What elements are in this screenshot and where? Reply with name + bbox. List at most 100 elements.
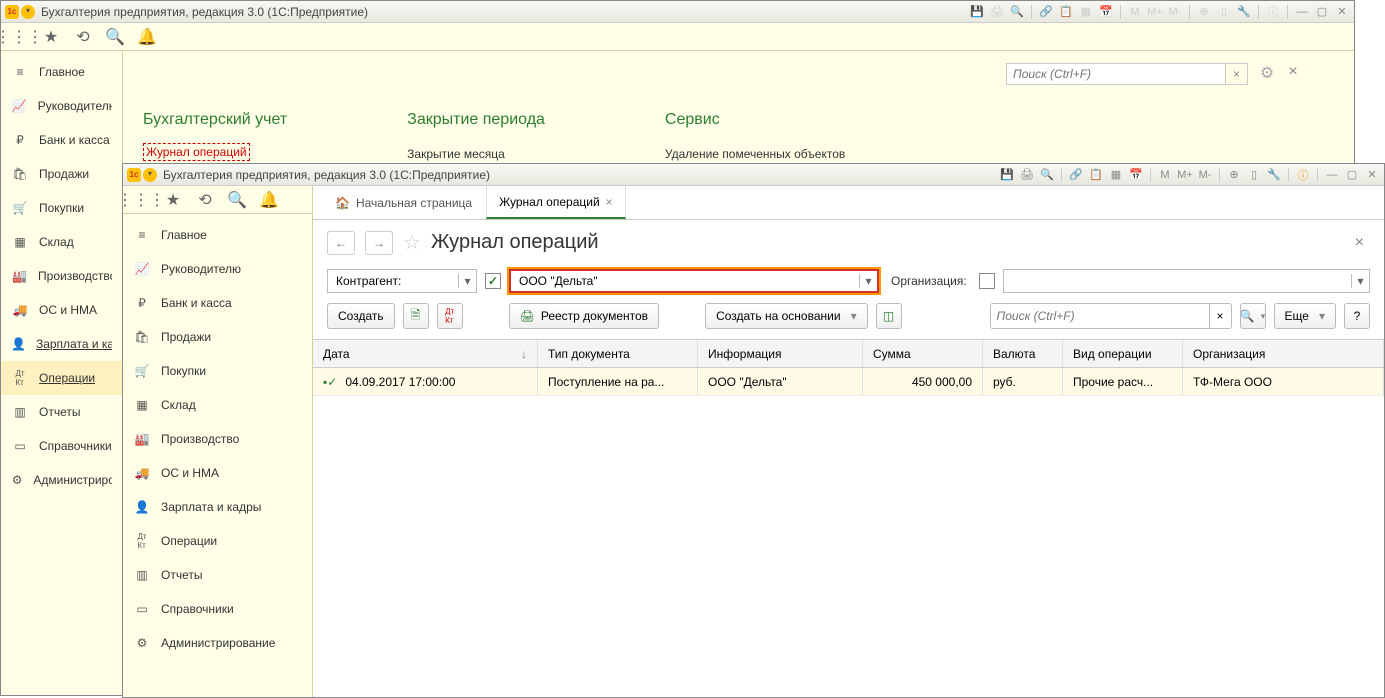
sidebar-item-assets[interactable]: 🚚ОС и НМА: [123, 456, 312, 490]
col-info[interactable]: Информация: [698, 340, 863, 367]
sidebar-item-bank[interactable]: ₽Банк и касса: [1, 123, 122, 157]
sidebar-item-purchases[interactable]: 🛒Покупки: [1, 191, 122, 225]
more-button[interactable]: Еще▾: [1274, 303, 1336, 329]
app-menu-dropdown-icon[interactable]: ▾: [21, 5, 35, 19]
sidebar-item-salary[interactable]: 👤Зарплата и кадры: [123, 490, 312, 524]
sidebar-item-admin[interactable]: ⚙Администрирование: [123, 626, 312, 660]
filter-field-select[interactable]: Контрагент: ▾: [327, 269, 477, 293]
favorite-star-icon[interactable]: ☆: [403, 230, 421, 255]
sidebar-item-operations[interactable]: ДтКтОперации: [123, 524, 312, 558]
filter-value-input[interactable]: ООО "Дельта" ▾: [509, 269, 879, 293]
panel-icon[interactable]: ▯: [1246, 167, 1262, 183]
link-delete-marked[interactable]: Удаление помеченных объектов: [665, 143, 845, 165]
save-icon[interactable]: 💾: [999, 167, 1015, 183]
col-doctype[interactable]: Тип документа: [538, 340, 698, 367]
info-icon[interactable]: ⓘ: [1295, 167, 1311, 183]
zoom-in-icon[interactable]: ⊕: [1196, 4, 1212, 20]
sidebar-item-salary[interactable]: 👤Зарплата и кадры: [1, 327, 122, 361]
calc-icon[interactable]: ▦: [1078, 4, 1094, 20]
sidebar-item-production[interactable]: 🏭Производство: [123, 422, 312, 456]
history-icon[interactable]: ⟲: [195, 190, 215, 210]
m-plus-icon[interactable]: M+: [1177, 167, 1193, 183]
zoom-in-icon[interactable]: ⊕: [1226, 167, 1242, 183]
filter-enabled-checkbox[interactable]: ✓: [485, 273, 501, 289]
search-icon[interactable]: 🔍: [227, 190, 247, 210]
info-icon[interactable]: ⓘ: [1265, 4, 1281, 20]
org-enabled-checkbox[interactable]: ✓: [979, 273, 995, 289]
sidebar-item-admin[interactable]: ⚙Администрирование: [1, 463, 122, 497]
search-input[interactable]: [1006, 63, 1226, 85]
sidebar-item-production[interactable]: 🏭Производство: [1, 259, 122, 293]
app-menu-dropdown-icon[interactable]: ▾: [143, 168, 157, 182]
link-icon[interactable]: 🔗: [1068, 167, 1084, 183]
col-org[interactable]: Организация: [1183, 340, 1384, 367]
print-icon[interactable]: 🖨: [1019, 167, 1035, 183]
tab-home[interactable]: 🏠 Начальная страница: [321, 186, 486, 219]
help-button[interactable]: ?: [1344, 303, 1370, 329]
apps-icon[interactable]: ⋮⋮⋮: [9, 27, 29, 47]
maximize-icon[interactable]: ▢: [1314, 4, 1330, 20]
close-page-icon[interactable]: ×: [1355, 234, 1364, 252]
calc-icon[interactable]: ▦: [1108, 167, 1124, 183]
m-icon[interactable]: M: [1127, 4, 1143, 20]
tab-close-icon[interactable]: ×: [606, 195, 613, 209]
sidebar-item-manager[interactable]: 📈Руководителю: [123, 252, 312, 286]
tools-icon[interactable]: 🔧: [1236, 4, 1252, 20]
bell-icon[interactable]: 🔔: [259, 190, 279, 210]
col-currency[interactable]: Валюта: [983, 340, 1063, 367]
apps-icon[interactable]: ⋮⋮⋮: [131, 190, 151, 210]
sidebar-item-catalogs[interactable]: ▭Справочники: [1, 429, 122, 463]
minimize-icon[interactable]: —: [1294, 4, 1310, 20]
grid-search-input[interactable]: [990, 303, 1210, 329]
clipboard-icon[interactable]: 📋: [1088, 167, 1104, 183]
clipboard-icon[interactable]: 📋: [1058, 4, 1074, 20]
sidebar-item-reports[interactable]: ▥Отчеты: [1, 395, 122, 429]
close-panel-icon[interactable]: ×: [1282, 63, 1304, 85]
m-plus-icon[interactable]: M+: [1147, 4, 1163, 20]
m-minus-icon[interactable]: M-: [1197, 167, 1213, 183]
print-icon[interactable]: 🖨: [989, 4, 1005, 20]
col-optype[interactable]: Вид операции: [1063, 340, 1183, 367]
favorite-icon[interactable]: ★: [41, 27, 61, 47]
link-icon[interactable]: 🔗: [1038, 4, 1054, 20]
save-icon[interactable]: 💾: [969, 4, 985, 20]
maximize-icon[interactable]: ▢: [1344, 167, 1360, 183]
tools-icon[interactable]: 🔧: [1266, 167, 1282, 183]
registry-button[interactable]: 🖨Реестр документов: [509, 303, 659, 329]
sidebar-item-assets[interactable]: 🚚ОС и НМА: [1, 293, 122, 327]
back-button[interactable]: ←: [327, 231, 355, 255]
close-icon[interactable]: ✕: [1364, 167, 1380, 183]
sidebar-item-bank[interactable]: ₽Банк и касса: [123, 286, 312, 320]
link-journal[interactable]: Журнал операций: [143, 143, 250, 161]
sidebar-item-purchases[interactable]: 🛒Покупки: [123, 354, 312, 388]
calendar-icon[interactable]: 📅: [1098, 4, 1114, 20]
calendar-icon[interactable]: 📅: [1128, 167, 1144, 183]
sidebar-item-main[interactable]: ≡Главное: [1, 55, 122, 89]
sidebar-item-warehouse[interactable]: ▦Склад: [123, 388, 312, 422]
m-icon[interactable]: M: [1157, 167, 1173, 183]
org-select[interactable]: ▾: [1003, 269, 1370, 293]
create-button[interactable]: Создать: [327, 303, 395, 329]
tab-journal[interactable]: Журнал операций ×: [486, 186, 626, 219]
sidebar-item-catalogs[interactable]: ▭Справочники: [123, 592, 312, 626]
create-based-button[interactable]: Создать на основании▾: [705, 303, 868, 329]
sidebar-item-operations[interactable]: ДтКтОперации: [1, 361, 122, 395]
find-button[interactable]: 🔍▾: [1240, 303, 1266, 329]
structure-button[interactable]: ◫: [876, 303, 902, 329]
m-minus-icon[interactable]: M-: [1167, 4, 1183, 20]
preview-icon[interactable]: 🔍: [1009, 4, 1025, 20]
table-row[interactable]: ▪✓04.09.2017 17:00:00 Поступление на ра.…: [313, 368, 1384, 396]
link-month-close[interactable]: Закрытие месяца: [407, 143, 545, 165]
minimize-icon[interactable]: —: [1324, 167, 1340, 183]
close-icon[interactable]: ✕: [1334, 4, 1350, 20]
col-date[interactable]: Дата↓: [313, 340, 538, 367]
sidebar-item-manager[interactable]: 📈Руководителю: [1, 89, 122, 123]
bell-icon[interactable]: 🔔: [137, 27, 157, 47]
col-sum[interactable]: Сумма: [863, 340, 983, 367]
sidebar-item-warehouse[interactable]: ▦Склад: [1, 225, 122, 259]
sidebar-item-sales[interactable]: 🛍Продажи: [1, 157, 122, 191]
copy-button[interactable]: 🗎: [403, 303, 429, 329]
favorite-icon[interactable]: ★: [163, 190, 183, 210]
preview-icon[interactable]: 🔍: [1039, 167, 1055, 183]
grid-search-clear[interactable]: ×: [1210, 303, 1232, 329]
